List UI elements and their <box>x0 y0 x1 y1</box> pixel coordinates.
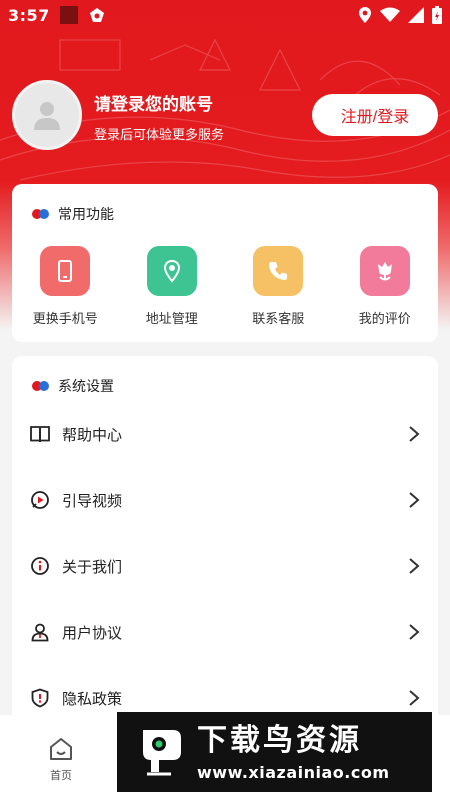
system-settings-card: 系统设置 帮助中心 引导视频 关于我们 用户协议 隐私政策 <box>12 356 438 726</box>
user-icon <box>30 622 50 642</box>
function-grid: 更换手机号 地址管理 联系客服 我的评价 <box>12 246 438 328</box>
avatar[interactable] <box>12 80 82 150</box>
login-prompt-title[interactable]: 请登录您的账号 <box>94 90 213 115</box>
common-functions-title: 常用功能 <box>58 207 114 223</box>
common-functions-card: 常用功能 更换手机号 地址管理 联系客服 我的评价 <box>12 184 438 342</box>
settings-list: 帮助中心 引导视频 关于我们 用户协议 隐私政策 <box>12 401 438 731</box>
notification-square-icon <box>59 6 78 24</box>
phone-icon <box>40 246 91 296</box>
settings-item-label: 关于我们 <box>62 557 123 576</box>
location-status-icon <box>359 7 371 23</box>
system-settings-title: 系统设置 <box>58 379 114 395</box>
book-icon <box>30 424 50 444</box>
settings-item-label: 帮助中心 <box>62 425 123 444</box>
tab-home-label: 首页 <box>50 769 72 782</box>
settings-item-help-center[interactable]: 帮助中心 <box>12 401 438 467</box>
status-time: 3:57 <box>8 5 50 25</box>
location-pin-icon <box>146 246 197 296</box>
settings-item-label: 引导视频 <box>62 491 123 510</box>
function-label: 地址管理 <box>145 312 198 327</box>
video-play-icon <box>30 490 50 510</box>
system-settings-header: 系统设置 <box>32 376 114 396</box>
settings-item-label: 隐私政策 <box>62 689 123 708</box>
watermark-banner: 下载鸟资源 www.xiazainiao.com <box>117 712 432 792</box>
function-label: 联系客服 <box>252 312 305 327</box>
chevron-right-icon <box>409 492 420 508</box>
bird-logo-icon <box>143 730 181 776</box>
function-address[interactable]: 地址管理 <box>119 246 226 328</box>
section-dots-icon <box>32 381 50 391</box>
profile-section: 请登录您的账号 登录后可体验更多服务 注册/登录 <box>12 80 438 150</box>
common-functions-header: 常用功能 <box>32 204 114 224</box>
function-my-reviews[interactable]: 我的评价 <box>332 246 439 328</box>
home-icon <box>50 738 72 760</box>
settings-item-label: 用户协议 <box>62 623 123 642</box>
watermark-title: 下载鸟资源 <box>197 722 362 758</box>
telephone-icon <box>253 246 304 296</box>
shield-icon <box>30 688 50 708</box>
function-change-phone[interactable]: 更换手机号 <box>12 246 119 328</box>
tab-home[interactable]: 首页 <box>40 737 82 783</box>
function-label: 我的评价 <box>358 312 411 327</box>
wifi-icon <box>380 7 400 22</box>
section-dots-icon <box>32 209 50 219</box>
chevron-right-icon <box>409 558 420 574</box>
register-login-button[interactable]: 注册/登录 <box>312 94 438 136</box>
info-icon <box>30 556 50 576</box>
settings-item-user-agreement[interactable]: 用户协议 <box>12 599 438 665</box>
status-bar: 3:57 <box>0 0 450 30</box>
function-label: 更换手机号 <box>32 312 98 327</box>
function-customer-service[interactable]: 联系客服 <box>225 246 332 328</box>
chevron-right-icon <box>409 426 420 442</box>
chevron-right-icon <box>409 690 420 706</box>
watermark-url: www.xiazainiao.com <box>197 762 390 782</box>
user-placeholder-icon <box>34 102 60 130</box>
settings-item-about-us[interactable]: 关于我们 <box>12 533 438 599</box>
settings-item-guide-video[interactable]: 引导视频 <box>12 467 438 533</box>
battery-icon <box>432 6 442 24</box>
flower-icon <box>359 246 410 296</box>
app-notification-icon <box>89 8 104 22</box>
chevron-right-icon <box>409 624 420 640</box>
signal-icon <box>408 7 424 23</box>
login-prompt-subtitle: 登录后可体验更多服务 <box>94 128 225 143</box>
